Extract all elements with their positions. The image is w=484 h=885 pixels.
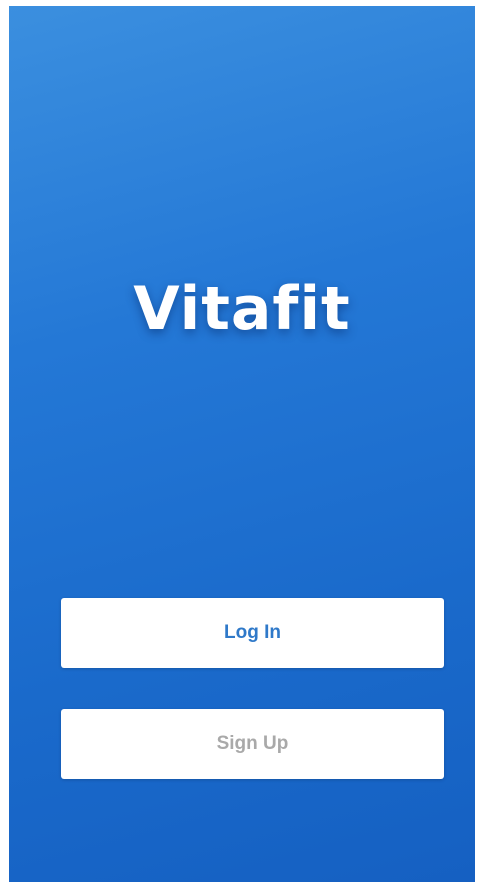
signup-button[interactable]: Sign Up bbox=[61, 709, 444, 779]
app-logo-title: Vitafit bbox=[133, 274, 351, 344]
splash-screen: Vitafit Log In Sign Up bbox=[9, 6, 475, 882]
login-button[interactable]: Log In bbox=[61, 598, 444, 668]
